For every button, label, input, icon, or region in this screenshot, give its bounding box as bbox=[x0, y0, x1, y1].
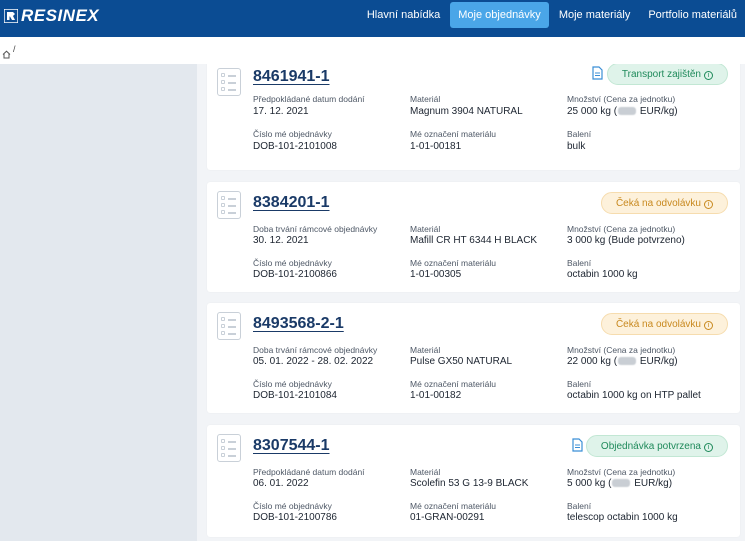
field-value: 05. 01. 2022 - 28. 02. 2022 bbox=[253, 356, 374, 367]
field-value: 30. 12. 2021 bbox=[253, 235, 309, 246]
field-label: Číslo mé objednávky bbox=[253, 501, 332, 511]
status-badge[interactable]: Čeká na odvolávku i bbox=[600, 192, 728, 214]
breadcrumb: / bbox=[0, 37, 745, 64]
field-label: Množství (Cena za jednotku) bbox=[567, 345, 676, 355]
status-badge[interactable]: Transport zajištěn i bbox=[606, 64, 728, 85]
info-icon[interactable]: i bbox=[704, 443, 713, 452]
nav-item-material-portfolio[interactable]: Portfolio materiálů bbox=[640, 2, 745, 28]
field-value: 17. 12. 2021 bbox=[253, 106, 309, 117]
field-value: 1-01-00182 bbox=[410, 390, 462, 401]
field-label: Předpokládané datum dodání bbox=[253, 94, 365, 104]
order-card: 8493568-2-1 Čeká na odvolávku i Doba trvá… bbox=[207, 303, 740, 413]
nav-item-my-materials[interactable]: Moje materiály bbox=[551, 2, 639, 28]
field-value: telescop octabin 1000 kg bbox=[567, 512, 678, 523]
field-value: 1-01-00305 bbox=[410, 269, 462, 280]
field-value: 1-01-00181 bbox=[410, 141, 462, 152]
field-value: Magnum 3904 NATURAL bbox=[410, 106, 523, 117]
field-value: DOB-101-2100786 bbox=[253, 512, 337, 523]
field-label: Množství (Cena za jednotku) bbox=[567, 224, 676, 234]
field-label: Materiál bbox=[410, 224, 441, 234]
hidden-price bbox=[618, 357, 637, 365]
field-value: 06. 01. 2022 bbox=[253, 478, 309, 489]
sidebar bbox=[0, 64, 197, 541]
field-value: Scolefin 53 G 13-9 BLACK bbox=[410, 478, 529, 489]
field-value: octabin 1000 kg on HTP pallet bbox=[567, 390, 701, 401]
document-download-icon[interactable] bbox=[592, 66, 603, 80]
order-number-link[interactable]: 8461941-1 bbox=[253, 68, 330, 86]
field-label: Doba trvání rámcové objednávky bbox=[253, 345, 378, 355]
nav-item-main-menu[interactable]: Hlavní nabídka bbox=[359, 2, 448, 28]
order-number-link[interactable]: 8384201-1 bbox=[253, 194, 330, 212]
field-value: DOB-101-2101008 bbox=[253, 141, 337, 152]
orders-list: 8461941-1 Transport zajištěn i Předpoklád… bbox=[197, 64, 745, 541]
field-label: Mé označení materiálu bbox=[410, 129, 496, 139]
order-card: 8461941-1 Transport zajištěn i Předpoklád… bbox=[207, 64, 740, 170]
field-value: DOB-101-2100866 bbox=[253, 269, 337, 280]
field-label: Balení bbox=[567, 501, 592, 511]
quantity-value: 3 000 kg (Bude potvrzeno) bbox=[567, 235, 685, 246]
hidden-price bbox=[612, 479, 631, 487]
field-label: Balení bbox=[567, 379, 592, 389]
field-label: Mé označení materiálu bbox=[410, 379, 496, 389]
field-label: Číslo mé objednávky bbox=[253, 258, 332, 268]
field-label: Balení bbox=[567, 258, 592, 268]
info-icon[interactable]: i bbox=[704, 321, 713, 330]
order-document-icon bbox=[217, 312, 241, 340]
field-label: Materiál bbox=[410, 94, 441, 104]
brand-name: RESINEX bbox=[21, 6, 100, 25]
field-label: Číslo mé objednávky bbox=[253, 129, 332, 139]
breadcrumb-separator: / bbox=[13, 44, 16, 54]
order-card: 8307544-1 Objednávka potvrzena i Předpokl… bbox=[207, 425, 740, 537]
quantity-value: 25 000 kg ( EUR/kg) bbox=[567, 106, 678, 117]
document-download-icon[interactable] bbox=[572, 438, 583, 452]
resinex-logo[interactable]: RESINEX bbox=[4, 5, 99, 27]
field-label: Balení bbox=[567, 129, 592, 139]
main-nav: Hlavní nabídka Moje objednávky Moje mate… bbox=[359, 2, 745, 28]
quantity-value: 5 000 kg ( EUR/kg) bbox=[567, 478, 673, 489]
info-icon[interactable]: i bbox=[704, 200, 713, 209]
status-badge[interactable]: Čeká na odvolávku i bbox=[600, 313, 728, 335]
field-value: Pulse GX50 NATURAL bbox=[410, 356, 513, 367]
field-value: octabin 1000 kg bbox=[567, 269, 638, 280]
field-value: bulk bbox=[567, 141, 586, 152]
field-label: Mé označení materiálu bbox=[410, 258, 496, 268]
field-label: Doba trvání rámcové objednávky bbox=[253, 224, 378, 234]
status-badge[interactable]: Objednávka potvrzena i bbox=[585, 435, 728, 457]
field-value: 01-GRAN-00291 bbox=[410, 512, 485, 523]
order-number-link[interactable]: 8493568-2-1 bbox=[253, 315, 344, 333]
info-icon[interactable]: i bbox=[704, 71, 713, 80]
field-label: Číslo mé objednávky bbox=[253, 379, 332, 389]
logo-mark-icon bbox=[4, 9, 18, 23]
field-label: Mé označení materiálu bbox=[410, 501, 496, 511]
order-card: 8384201-1 Čeká na odvolávku i Doba trvání… bbox=[207, 182, 740, 292]
field-value: Mafill CR HT 6344 H BLACK bbox=[410, 235, 538, 246]
field-label: Předpokládané datum dodání bbox=[253, 467, 365, 477]
field-label: Množství (Cena za jednotku) bbox=[567, 467, 676, 477]
field-label: Materiál bbox=[410, 345, 441, 355]
home-icon[interactable] bbox=[2, 46, 11, 59]
top-navigation-bar: RESINEX Hlavní nabídka Moje objednávky M… bbox=[0, 0, 745, 37]
order-document-icon bbox=[217, 191, 241, 219]
field-label: Materiál bbox=[410, 467, 441, 477]
order-document-icon bbox=[217, 68, 241, 96]
hidden-price bbox=[618, 107, 637, 115]
order-number-link[interactable]: 8307544-1 bbox=[253, 437, 330, 455]
order-document-icon bbox=[217, 434, 241, 462]
field-label: Množství (Cena za jednotku) bbox=[567, 94, 676, 104]
quantity-value: 22 000 kg ( EUR/kg) bbox=[567, 356, 678, 367]
nav-item-my-orders[interactable]: Moje objednávky bbox=[450, 2, 549, 28]
field-value: DOB-101-2101084 bbox=[253, 390, 337, 401]
